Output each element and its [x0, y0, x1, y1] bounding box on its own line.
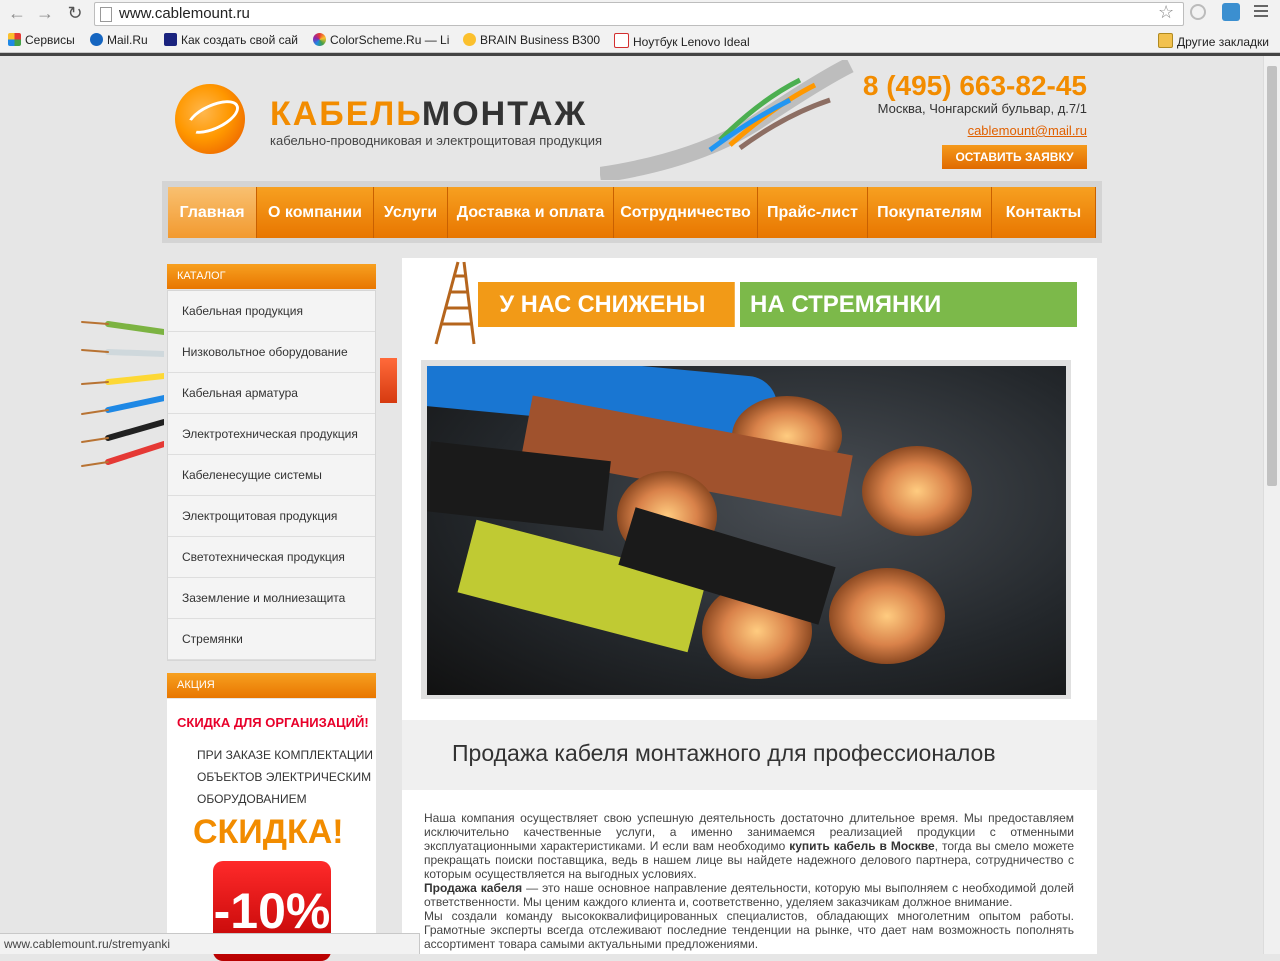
catalog-item[interactable]: Низковольтное оборудование	[168, 332, 375, 373]
bookmark-label: Другие закладки	[1177, 35, 1269, 49]
status-bar-url: www.cablemount.ru/stremyanki	[0, 933, 420, 954]
promo-heading: АКЦИЯ	[167, 673, 376, 698]
paragraph: Продажа кабеля — это наше основное напра…	[424, 881, 1074, 909]
bold-link-text: купить кабель в Москве	[789, 839, 935, 853]
nav-item[interactable]: Услуги	[374, 187, 448, 238]
paragraph: Мы создали команду высококвалифицированн…	[424, 909, 1074, 951]
bookmark-item[interactable]: BRAIN Business B300	[463, 33, 600, 47]
main-nav: Главная О компании Услуги Доставка и оплата…	[168, 187, 1096, 238]
text-run: — это наше основное направление деятельн…	[424, 881, 1074, 909]
extension-icon[interactable]	[1190, 4, 1206, 20]
address: Москва, Чонгарский бульвар, д.7/1	[877, 101, 1087, 116]
catalog-item[interactable]: Заземление и молниезащита	[168, 578, 375, 619]
promo-line: ОБОРУДОВАНИЕМ	[197, 792, 307, 806]
cable-wires-image	[600, 60, 854, 180]
promo-banner-right[interactable]: НА СТРЕМЯНКИ ДЕРЕВЯННЫЕ	[740, 282, 1077, 363]
nav-item[interactable]: Прайс-лист	[758, 187, 868, 238]
promo-text: ПРИ ЗАКАЗЕ КОМПЛЕКТАЦИИ ОБЪЕКТОВ ЭЛЕКТРИ…	[197, 744, 373, 810]
nav-item[interactable]: Главная	[168, 187, 257, 238]
address-bar[interactable]: www.cablemount.ru	[94, 2, 1184, 26]
extension-icon[interactable]	[1222, 3, 1240, 21]
bookmarks-bar: Сервисы Mail.Ru Как создать свой сай Col…	[0, 28, 1280, 53]
catalog-item[interactable]: Кабеленесущие системы	[168, 455, 375, 496]
promo-banner-left[interactable]: У НАС СНИЖЕНЫ ЦЕНЫ	[478, 282, 735, 363]
catalog-item[interactable]: Кабельная продукция	[168, 291, 375, 332]
bookmark-label: ColorScheme.Ru — Li	[330, 33, 450, 47]
vertical-scrollbar[interactable]	[1263, 56, 1280, 954]
page-top-border	[0, 53, 1280, 56]
nav-item[interactable]: Доставка и оплата	[448, 187, 614, 238]
forward-icon[interactable]: →	[34, 3, 56, 23]
body-text: Наша компания осуществляет свою успешную…	[424, 811, 1074, 951]
folder-icon	[1158, 33, 1173, 48]
phone-number[interactable]: 8 (495) 663-82-45	[863, 70, 1087, 102]
tagline: кабельно-проводниковая и электрощитовая …	[270, 133, 602, 148]
bookmark-label: Ноутбук Lenovo Ideal	[633, 35, 750, 49]
brain-icon	[463, 33, 476, 46]
promo-line: ПРИ ЗАКАЗЕ КОМПЛЕКТАЦИИ	[197, 748, 374, 762]
catalog-item[interactable]: Стремянки	[168, 619, 375, 660]
cables-illustration	[427, 366, 972, 679]
cables-photo	[427, 366, 1066, 695]
bookmark-item[interactable]: Ноутбук Lenovo Ideal	[614, 33, 750, 49]
promo-line: ОБЪЕКТОВ ЭЛЕКТРИЧЕСКИМ	[197, 770, 372, 784]
mailru-icon	[90, 33, 103, 46]
catalog-item[interactable]: Электрощитовая продукция	[168, 496, 375, 537]
back-icon[interactable]: ←	[6, 3, 28, 23]
logo-part2: МОНТАЖ	[421, 95, 588, 133]
page-heading: Продажа кабеля монтажного для профессион…	[452, 740, 996, 766]
catalog-menu: Кабельная продукция Низковольтное оборудо…	[167, 290, 376, 661]
bookmark-item[interactable]: Как создать свой сай	[164, 33, 298, 47]
request-button[interactable]: ОСТАВИТЬ ЗАЯВКУ	[942, 145, 1087, 169]
catalog-item[interactable]: Кабельная арматура	[168, 373, 375, 414]
logo-globe-icon[interactable]	[175, 84, 245, 154]
side-tab[interactable]	[380, 358, 397, 403]
other-bookmarks[interactable]: Другие закладки	[1158, 33, 1269, 49]
reload-icon[interactable]: ↻	[64, 3, 86, 23]
apps-icon	[8, 33, 21, 46]
bookmark-item[interactable]: ColorScheme.Ru — Li	[313, 33, 449, 47]
bookmark-item[interactable]: Mail.Ru	[90, 33, 148, 47]
side-wires-image	[81, 321, 164, 467]
bookmark-apps[interactable]: Сервисы	[8, 33, 75, 47]
paragraph: Наша компания осуществляет свою успешную…	[424, 811, 1074, 881]
promo-headline: СКИДКА ДЛЯ ОРГАНИЗАЦИЙ!	[177, 715, 369, 730]
menu-icon[interactable]	[1254, 5, 1268, 20]
bookmark-label: Как создать свой сай	[181, 33, 298, 47]
discount-title: СКИДКА!	[193, 813, 344, 851]
url-text: www.cablemount.ru	[119, 5, 250, 22]
logo[interactable]: КАБЕЛЬМОНТАЖ	[270, 95, 587, 134]
promo-box[interactable]: СКИДКА ДЛЯ ОРГАНИЗАЦИЙ! ПРИ ЗАКАЗЕ КОМПЛ…	[167, 699, 376, 961]
catalog-item[interactable]: Электротехническая продукция	[168, 414, 375, 455]
bookmark-label: Сервисы	[25, 33, 75, 47]
bookmark-label: Mail.Ru	[107, 33, 148, 47]
nav-item[interactable]: Контакты	[992, 187, 1096, 238]
nav-item[interactable]: Сотрудничество	[614, 187, 758, 238]
email-link[interactable]: cablemount@mail.ru	[968, 123, 1087, 138]
bookmark-label: BRAIN Business B300	[480, 33, 601, 47]
rozetka-icon	[614, 33, 629, 48]
scrollbar-thumb[interactable]	[1267, 66, 1277, 486]
page-icon	[100, 7, 112, 22]
catalog-item[interactable]: Светотехническая продукция	[168, 537, 375, 578]
ladder-icon	[434, 261, 476, 345]
catalog-heading: КАТАЛОГ	[167, 264, 376, 289]
browser-toolbar: ← → ↻ www.cablemount.ru ☆	[0, 0, 1280, 28]
bold-text: Продажа кабеля	[424, 881, 523, 895]
bookmark-star-icon[interactable]: ☆	[1158, 2, 1174, 23]
logo-part1: КАБЕЛЬ	[270, 95, 422, 133]
site-icon	[164, 33, 177, 46]
nav-item[interactable]: Покупателям	[868, 187, 992, 238]
nav-item[interactable]: О компании	[257, 187, 374, 238]
colorscheme-icon	[313, 33, 326, 46]
